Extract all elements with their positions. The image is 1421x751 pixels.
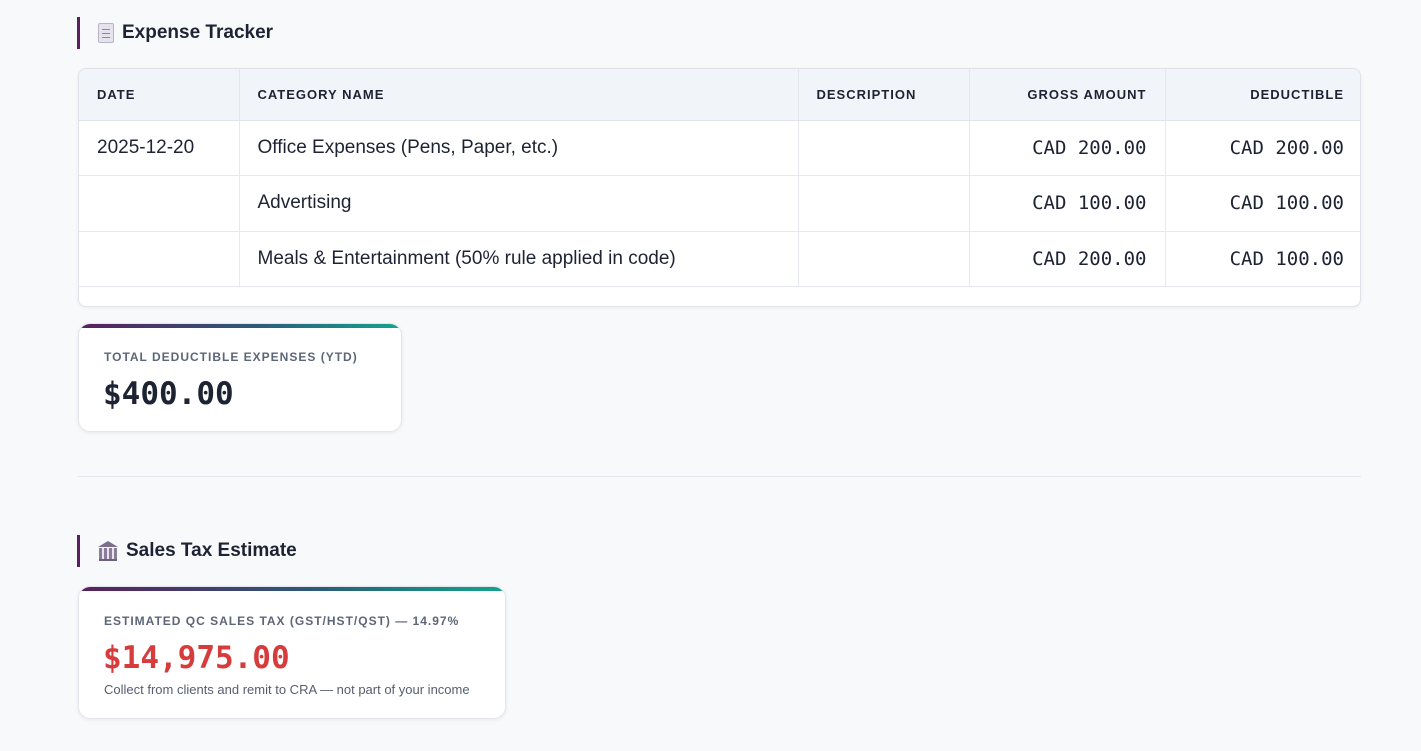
cell-category: Meals & Entertainment (50% rule applied … <box>239 231 799 287</box>
column-header-category[interactable]: CATEGORY NAME <box>239 69 799 121</box>
section-divider <box>78 476 1361 477</box>
sales-tax-heading: Sales Tax Estimate <box>77 535 297 567</box>
sales-tax-card: ESTIMATED QC SALES TAX (GST/HST/QST) — 1… <box>78 586 506 719</box>
sales-tax-label: ESTIMATED QC SALES TAX (GST/HST/QST) — 1… <box>104 614 460 628</box>
total-deductible-label: TOTAL DEDUCTIBLE EXPENSES (YTD) <box>104 350 358 364</box>
expense-tracker-heading: Expense Tracker <box>77 17 273 49</box>
cell-date: 2025-12-20 <box>79 120 240 176</box>
bank-icon <box>98 541 118 561</box>
receipt-icon <box>98 23 114 43</box>
expense-table-card: DATE CATEGORY NAME DESCRIPTION GROSS AMO… <box>78 68 1361 307</box>
expense-table: DATE CATEGORY NAME DESCRIPTION GROSS AMO… <box>79 69 1360 287</box>
column-header-description[interactable]: DESCRIPTION <box>798 69 970 121</box>
page: Expense Tracker DATE CATEGORY NAME DESCR… <box>0 0 1421 751</box>
cell-gross-amount: CAD 200.00 <box>969 231 1166 287</box>
cell-description <box>798 120 970 176</box>
sales-tax-value: $14,975.00 <box>103 640 290 676</box>
cell-gross-amount: CAD 200.00 <box>969 120 1166 176</box>
sales-tax-note: Collect from clients and remit to CRA — … <box>104 682 470 697</box>
cell-date <box>79 231 240 287</box>
table-header-row: DATE CATEGORY NAME DESCRIPTION GROSS AMO… <box>79 69 1360 121</box>
total-deductible-card: TOTAL DEDUCTIBLE EXPENSES (YTD) $400.00 <box>78 323 402 432</box>
cell-category: Advertising <box>239 175 799 232</box>
column-header-date[interactable]: DATE <box>79 69 240 121</box>
total-deductible-value: $400.00 <box>103 376 234 412</box>
table-row[interactable]: 2025-12-20 Office Expenses (Pens, Paper,… <box>79 120 1360 176</box>
cell-deductible: CAD 200.00 <box>1165 120 1360 176</box>
table-row[interactable]: Meals & Entertainment (50% rule applied … <box>79 231 1360 287</box>
cell-description <box>798 231 970 287</box>
cell-date <box>79 175 240 232</box>
column-header-gross-amount[interactable]: GROSS AMOUNT <box>969 69 1166 121</box>
expense-tracker-title: Expense Tracker <box>122 22 274 43</box>
cell-deductible: CAD 100.00 <box>1165 231 1360 287</box>
sales-tax-title: Sales Tax Estimate <box>126 540 297 561</box>
cell-category: Office Expenses (Pens, Paper, etc.) <box>239 120 799 176</box>
cell-gross-amount: CAD 100.00 <box>969 175 1166 232</box>
cell-description <box>798 175 970 232</box>
table-row[interactable]: Advertising CAD 100.00 CAD 100.00 <box>79 175 1360 232</box>
cell-deductible: CAD 100.00 <box>1165 175 1360 232</box>
column-header-deductible[interactable]: DEDUCTIBLE <box>1165 69 1360 121</box>
